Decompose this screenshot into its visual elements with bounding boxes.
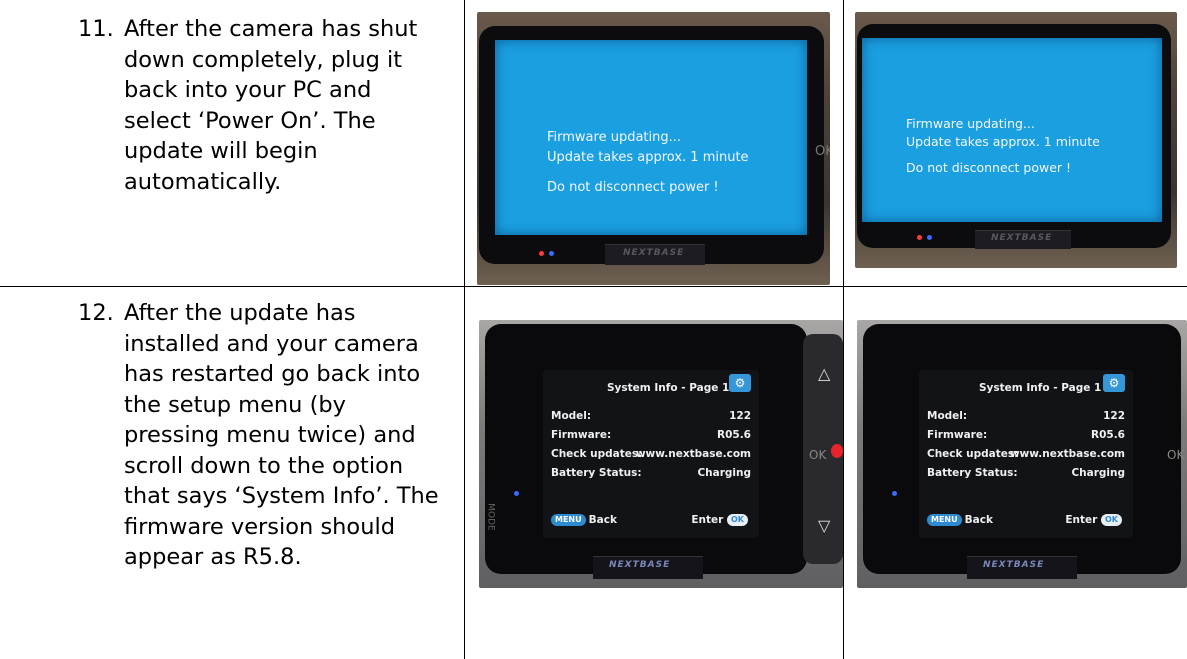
info-value: R05.6 <box>1091 429 1125 441</box>
table-border-left-divider <box>464 0 465 659</box>
step-text: After the update has installed and your … <box>124 298 444 573</box>
blue-led <box>549 251 554 256</box>
info-row-check-updates: Check updates: www.nextbase.com <box>551 448 751 460</box>
info-row-check-updates: Check updates: www.nextbase.com <box>927 448 1125 460</box>
info-value: www.nextbase.com <box>1009 448 1125 460</box>
info-value: R05.6 <box>717 429 751 441</box>
ok-key-icon: OK <box>727 514 748 526</box>
blue-led <box>514 491 519 496</box>
step-text-line: automatically. <box>124 168 282 195</box>
system-info-title: System Info - Page 1 <box>979 382 1102 394</box>
system-info-title: System Info - Page 1 <box>607 382 730 394</box>
info-label: Model: <box>927 410 968 422</box>
menu-key-icon: MENU <box>927 514 962 526</box>
info-value: www.nextbase.com <box>635 448 751 460</box>
document-table: 11. After the camera has shut down compl… <box>0 0 1187 659</box>
info-label: Battery Status: <box>927 467 1018 479</box>
system-info-footer: MENU Back Enter OK <box>927 514 1125 526</box>
back-label: Back <box>588 514 617 526</box>
firmware-update-photo: Firmware updating... Update takes approx… <box>855 12 1177 268</box>
brand-logo: NEXTBASE <box>623 248 685 258</box>
mode-label: MODE <box>485 503 496 531</box>
side-ok-label: OK <box>1167 448 1185 462</box>
system-info-photo: OK System Info - Page 1 ⚙ Model: 122 Firm… <box>857 320 1187 588</box>
system-info-screen: System Info - Page 1 ⚙ Model: 122 Firmwar… <box>543 370 759 538</box>
firmware-update-photo: Firmware updating... Update takes approx… <box>477 12 830 285</box>
ok-button[interactable]: OK <box>809 448 826 462</box>
step-text-line: the setup menu (by <box>124 391 346 418</box>
menu-key-icon: MENU <box>551 514 586 526</box>
info-label: Check updates: <box>551 448 643 460</box>
blue-led <box>927 235 932 240</box>
table-border-row-divider <box>0 286 1187 287</box>
step-text-line: has restarted go back into <box>124 361 421 387</box>
back-label: Back <box>964 514 993 526</box>
step-text-line: that says ‘System Info’. The <box>124 483 439 509</box>
info-label: Battery Status: <box>551 467 642 479</box>
step-text-line: down completely, plug it <box>124 46 403 73</box>
info-value: Charging <box>1071 467 1125 479</box>
side-ok-label: OK <box>815 144 830 159</box>
system-info-screen: System Info - Page 1 ⚙ Model: 122 Firmwar… <box>919 370 1133 538</box>
step-text-line: scroll down to the option <box>124 452 404 479</box>
brand-logo: NEXTBASE <box>991 233 1053 243</box>
step-text-line: firmware version should <box>124 513 395 540</box>
info-value: 122 <box>729 410 751 422</box>
info-row-firmware: Firmware: R05.6 <box>927 429 1125 441</box>
info-row-battery: Battery Status: Charging <box>927 467 1125 479</box>
red-led <box>917 235 922 240</box>
down-arrow-icon[interactable]: ▽ <box>818 516 830 536</box>
record-button-icon[interactable] <box>831 444 843 458</box>
step-text-line: back into your PC and <box>124 77 372 103</box>
firmware-duration-line: Update takes approx. 1 minute <box>547 150 749 165</box>
firmware-status-line: Firmware updating... <box>547 130 682 145</box>
firmware-warning-line: Do not disconnect power ! <box>547 180 719 195</box>
system-info-photo: △ OK ▽ MODE System Info - Page 1 ⚙ Model… <box>479 320 843 588</box>
table-border-middle-divider <box>843 0 844 659</box>
info-value: 122 <box>1103 410 1125 422</box>
enter-label: Enter <box>691 514 724 526</box>
info-row-firmware: Firmware: R05.6 <box>551 429 751 441</box>
system-info-footer: MENU Back Enter OK <box>551 514 751 526</box>
step-text-line: installed and your camera <box>124 330 419 357</box>
info-label: Firmware: <box>551 429 612 441</box>
info-label: Model: <box>551 410 592 422</box>
ok-key-icon: OK <box>1101 514 1122 526</box>
enter-group: Enter OK <box>1065 514 1125 526</box>
firmware-warning-line: Do not disconnect power ! <box>906 160 1072 175</box>
info-row-model: Model: 122 <box>927 410 1125 422</box>
step-text-line: After the update has <box>124 300 356 326</box>
step-number: 12. <box>78 300 114 326</box>
step-text: After the camera has shut down completel… <box>124 14 444 197</box>
step-text-line: appear as R5.8. <box>124 544 302 570</box>
brand-logo: NEXTBASE <box>983 560 1045 570</box>
step-text-line: select ‘Power On’. The <box>124 107 376 134</box>
info-row-model: Model: 122 <box>551 410 751 422</box>
step-text-line: pressing menu twice) and <box>124 422 416 448</box>
firmware-duration-line: Update takes approx. 1 minute <box>906 134 1100 149</box>
enter-label: Enter <box>1065 514 1098 526</box>
step-text-line: After the camera has shut <box>124 16 418 42</box>
settings-gear-icon: ⚙ <box>729 374 751 392</box>
step-text-line: update will begin <box>124 138 318 164</box>
firmware-screen: Firmware updating... Update takes approx… <box>495 40 807 235</box>
info-row-battery: Battery Status: Charging <box>551 467 751 479</box>
enter-group: Enter OK <box>691 514 751 526</box>
brand-logo: NEXTBASE <box>609 560 671 570</box>
blue-led <box>892 491 897 496</box>
red-led <box>539 251 544 256</box>
info-label: Check updates: <box>927 448 1019 460</box>
step-number: 11. <box>78 16 114 42</box>
firmware-status-line: Firmware updating... <box>906 116 1035 131</box>
info-value: Charging <box>697 467 751 479</box>
up-arrow-icon[interactable]: △ <box>818 364 830 384</box>
firmware-screen: Firmware updating... Update takes approx… <box>862 38 1162 222</box>
settings-gear-icon: ⚙ <box>1103 374 1125 392</box>
info-label: Firmware: <box>927 429 988 441</box>
